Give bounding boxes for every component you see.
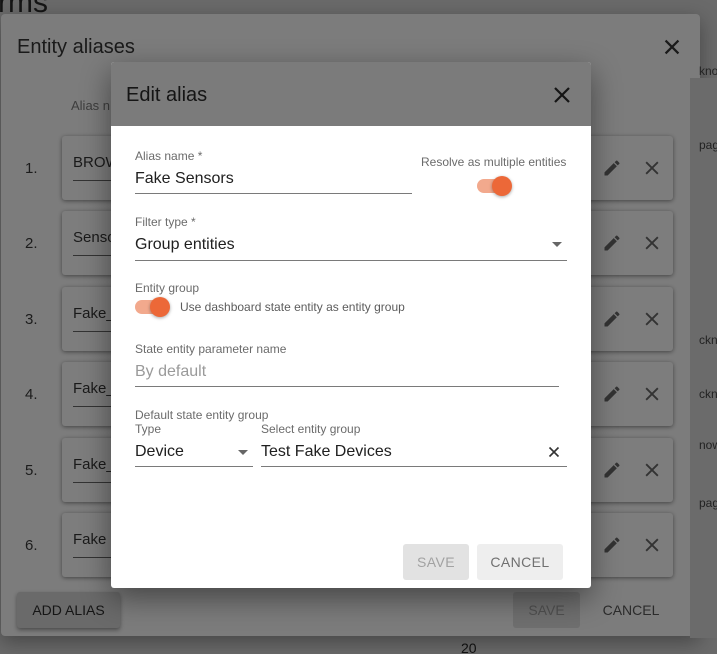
edit-icon[interactable] [602, 309, 622, 329]
filter-type-label: Filter type * [135, 215, 196, 229]
divider [73, 482, 113, 483]
select-entity-group-label: Select entity group [261, 422, 361, 436]
edit-icon[interactable] [602, 233, 622, 253]
entity-group-toggle-label: Use dashboard state entity as entity gro… [180, 300, 405, 314]
delete-icon[interactable] [642, 535, 662, 555]
row-index: 1. [25, 160, 38, 177]
state-entity-param-underline [135, 386, 559, 387]
type-underline [135, 466, 253, 467]
footer-number: 20 [461, 640, 477, 654]
delete-icon[interactable] [642, 309, 662, 329]
divider [73, 331, 113, 332]
background-panel [690, 78, 717, 638]
edit-icon[interactable] [602, 460, 622, 480]
filter-type-underline [135, 260, 567, 261]
delete-icon[interactable] [642, 233, 662, 253]
divider [73, 406, 113, 407]
edit-icon[interactable] [602, 384, 622, 404]
background-text: ckn [699, 387, 717, 401]
entity-group-underline [261, 466, 567, 467]
background-text: pag [699, 138, 717, 152]
dialog-header: Edit alias [111, 62, 591, 126]
alias-row-name[interactable]: Fake_ [73, 456, 115, 473]
alias-row-name[interactable]: Fake [73, 531, 106, 548]
resolve-multiple-toggle[interactable] [475, 174, 515, 198]
toggle-thumb [492, 176, 512, 196]
state-entity-param-input[interactable]: By default [135, 363, 206, 381]
alias-name-column-header: Alias n [71, 98, 111, 113]
add-alias-button[interactable]: ADD ALIAS [17, 592, 120, 628]
alias-row-name[interactable]: Senso [73, 229, 116, 246]
entity-aliases-title: Entity aliases [17, 36, 135, 58]
cancel-button[interactable]: CANCEL [593, 592, 669, 628]
row-index: 3. [25, 311, 38, 328]
divider [73, 180, 113, 181]
alias-name-input[interactable]: Fake Sensors [135, 170, 234, 188]
delete-icon[interactable] [642, 158, 662, 178]
save-button: SAVE [403, 544, 469, 580]
close-icon[interactable] [550, 83, 574, 107]
type-label: Type [135, 422, 162, 436]
alias-name-underline [135, 193, 412, 194]
default-state-group-label: Default state entity group [135, 408, 269, 422]
row-index: 5. [25, 462, 38, 479]
divider [73, 255, 113, 256]
clear-icon[interactable] [548, 446, 560, 458]
delete-icon[interactable] [642, 384, 662, 404]
alias-name-label: Alias name * [135, 149, 203, 163]
cancel-button[interactable]: CANCEL [477, 544, 563, 580]
state-entity-param-label: State entity parameter name [135, 342, 287, 356]
entity-group-toggle[interactable] [133, 295, 173, 319]
edit-icon[interactable] [602, 535, 622, 555]
edit-icon[interactable] [602, 158, 622, 178]
type-select[interactable]: Device [135, 443, 184, 461]
row-index: 6. [25, 537, 38, 554]
resolve-multiple-label: Resolve as multiple entities [421, 155, 567, 169]
dialog-title: Edit alias [126, 84, 208, 106]
background-text: kno [699, 64, 717, 78]
background-text: now [699, 438, 717, 452]
close-icon[interactable] [661, 36, 683, 58]
toggle-thumb [150, 297, 170, 317]
alias-row-name[interactable]: Fake_ [73, 380, 115, 397]
background-text: ckn [699, 333, 717, 347]
chevron-down-icon[interactable] [238, 450, 248, 455]
entity-group-label: Entity group [135, 281, 200, 295]
background-text: pag [699, 496, 717, 510]
row-index: 4. [25, 386, 38, 403]
divider [73, 557, 113, 558]
filter-type-select[interactable]: Group entities [135, 236, 235, 254]
edit-alias-dialog: Edit alias Alias name * Fake Sensors Res… [111, 62, 591, 588]
chevron-down-icon[interactable] [552, 242, 562, 247]
save-button: SAVE [513, 592, 580, 628]
delete-icon[interactable] [642, 460, 662, 480]
entity-group-input[interactable]: Test Fake Devices [261, 443, 392, 461]
alias-row-name[interactable]: Fake_ [73, 305, 115, 322]
row-index: 2. [25, 235, 38, 252]
